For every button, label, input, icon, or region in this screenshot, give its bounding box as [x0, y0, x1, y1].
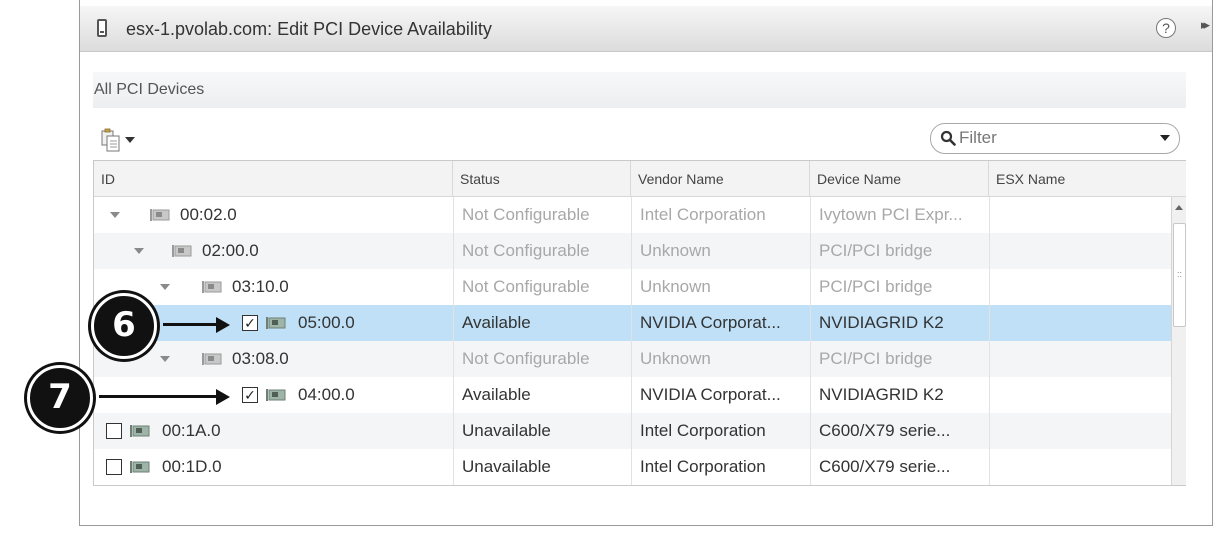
pci-device-table: ID Status Vendor Name Device Name ESX Na…: [93, 160, 1186, 486]
filter-box[interactable]: [930, 123, 1180, 154]
device-name: Ivytown PCI Expr...: [819, 205, 963, 224]
pci-device-icon: [266, 317, 286, 329]
dialog-title: esx-1.pvolab.com: Edit PCI Device Availa…: [126, 19, 492, 39]
device-id: 03:10.0: [232, 277, 289, 296]
device-name: PCI/PCI bridge: [819, 277, 933, 296]
vendor-name: Unknown: [640, 349, 711, 368]
device-status: Not Configurable: [462, 277, 590, 296]
scrollbar-thumb[interactable]: ::: [1173, 223, 1186, 327]
vendor-name: Unknown: [640, 241, 711, 260]
device-name: C600/X79 serie...: [819, 421, 951, 440]
device-name: NVIDIAGRID K2: [819, 313, 944, 332]
scroll-grip-icon: ::: [1177, 269, 1183, 279]
pci-device-icon: [202, 281, 222, 293]
passthrough-checkbox[interactable]: [106, 459, 122, 475]
copy-export-icon[interactable]: [101, 128, 121, 152]
column-header-status[interactable]: Status: [453, 161, 631, 197]
passthrough-checkbox[interactable]: ✓: [242, 387, 258, 403]
pci-device-icon: [150, 209, 170, 221]
device-id: 00:02.0: [180, 205, 237, 224]
callout-6-arrow-icon: [216, 317, 230, 333]
table-row[interactable]: 03:10.0 Not Configurable Unknown PCI/PCI…: [94, 269, 1171, 305]
callout-7: 7: [27, 365, 93, 431]
device-status: Unavailable: [462, 457, 551, 476]
esx-name: [989, 197, 1171, 233]
tree-expand-caret[interactable]: [160, 284, 170, 290]
device-id: 00:1A.0: [162, 421, 221, 440]
device-name: C600/X79 serie...: [819, 457, 951, 476]
device-id: 00:1D.0: [162, 457, 222, 476]
callout-7-arrow-icon: [216, 389, 230, 405]
esx-name: [989, 377, 1171, 413]
device-status: Unavailable: [462, 421, 551, 440]
tree-expand-caret[interactable]: [110, 212, 120, 218]
scroll-up-arrow-icon[interactable]: [1175, 205, 1183, 210]
pci-device-icon: [130, 425, 150, 437]
export-dropdown-caret[interactable]: [125, 137, 135, 143]
host-device-icon: [97, 19, 107, 37]
column-divider: [631, 197, 632, 485]
device-id: 03:08.0: [232, 349, 289, 368]
column-divider: [453, 197, 454, 485]
callout-6-arrow-line: [163, 323, 218, 326]
table-row[interactable]: 00:1D.0 Unavailable Intel Corporation C6…: [94, 449, 1171, 485]
vendor-name: NVIDIA Corporat...: [640, 313, 781, 332]
esx-name: [989, 269, 1171, 305]
device-status: Available: [462, 313, 531, 332]
table-row[interactable]: 02:00.0 Not Configurable Unknown PCI/PCI…: [94, 233, 1171, 269]
column-divider: [810, 197, 811, 485]
vendor-name: NVIDIA Corporat...: [640, 385, 781, 404]
device-id: 05:00.0: [298, 313, 355, 332]
table-header: ID Status Vendor Name Device Name ESX Na…: [94, 161, 1186, 197]
search-icon: [940, 130, 956, 146]
device-name: PCI/PCI bridge: [819, 241, 933, 260]
esx-name: [989, 233, 1171, 269]
edit-pci-dialog: esx-1.pvolab.com: Edit PCI Device Availa…: [79, 0, 1213, 526]
table-row[interactable]: 00:1A.0 Unavailable Intel Corporation C6…: [94, 413, 1171, 449]
column-header-id[interactable]: ID: [94, 161, 453, 197]
device-status: Not Configurable: [462, 205, 590, 224]
device-id: 02:00.0: [202, 241, 259, 260]
pci-device-icon: [266, 389, 286, 401]
column-divider: [989, 197, 990, 485]
column-header-device-name[interactable]: Device Name: [810, 161, 989, 197]
help-icon[interactable]: ?: [1156, 18, 1176, 38]
vendor-name: Intel Corporation: [640, 205, 766, 224]
table-row-selected[interactable]: ✓ 05:00.0 Available NVIDIA Corporat... N…: [94, 305, 1171, 341]
table-row[interactable]: 00:02.0 Not Configurable Intel Corporati…: [94, 197, 1171, 233]
vendor-name: Intel Corporation: [640, 421, 766, 440]
pci-device-icon: [202, 353, 222, 365]
esx-name: [989, 305, 1171, 341]
pci-device-icon: [130, 461, 150, 473]
vendor-name: Intel Corporation: [640, 457, 766, 476]
callout-7-arrow-line: [99, 395, 218, 398]
esx-name: [989, 413, 1171, 449]
tree-expand-caret[interactable]: [160, 356, 170, 362]
callout-6: 6: [91, 293, 157, 359]
column-header-esx-name[interactable]: ESX Name: [989, 161, 1186, 197]
device-status: Available: [462, 385, 531, 404]
filter-dropdown-caret[interactable]: [1160, 135, 1170, 141]
section-title: All PCI Devices: [94, 81, 205, 98]
vertical-scrollbar[interactable]: ::: [1171, 197, 1186, 485]
tree-expand-caret[interactable]: [134, 248, 144, 254]
section-header: All PCI Devices: [93, 72, 1186, 108]
device-name: PCI/PCI bridge: [819, 349, 933, 368]
esx-name: [989, 449, 1171, 485]
passthrough-checkbox[interactable]: [106, 423, 122, 439]
filter-input[interactable]: [959, 128, 1139, 148]
esx-name: [989, 341, 1171, 377]
device-id: 04:00.0: [298, 385, 355, 404]
table-row[interactable]: ✓ 04:00.0 Available NVIDIA Corporat... N…: [94, 377, 1171, 413]
expand-icon[interactable]: ▸▸: [1201, 17, 1210, 33]
device-status: Not Configurable: [462, 349, 590, 368]
device-status: Not Configurable: [462, 241, 590, 260]
dialog-titlebar: esx-1.pvolab.com: Edit PCI Device Availa…: [80, 6, 1212, 52]
table-row[interactable]: 03:08.0 Not Configurable Unknown PCI/PCI…: [94, 341, 1171, 377]
column-header-vendor-name[interactable]: Vendor Name: [631, 161, 810, 197]
device-name: NVIDIAGRID K2: [819, 385, 944, 404]
passthrough-checkbox[interactable]: ✓: [242, 315, 258, 331]
pci-device-icon: [172, 245, 192, 257]
vendor-name: Unknown: [640, 277, 711, 296]
